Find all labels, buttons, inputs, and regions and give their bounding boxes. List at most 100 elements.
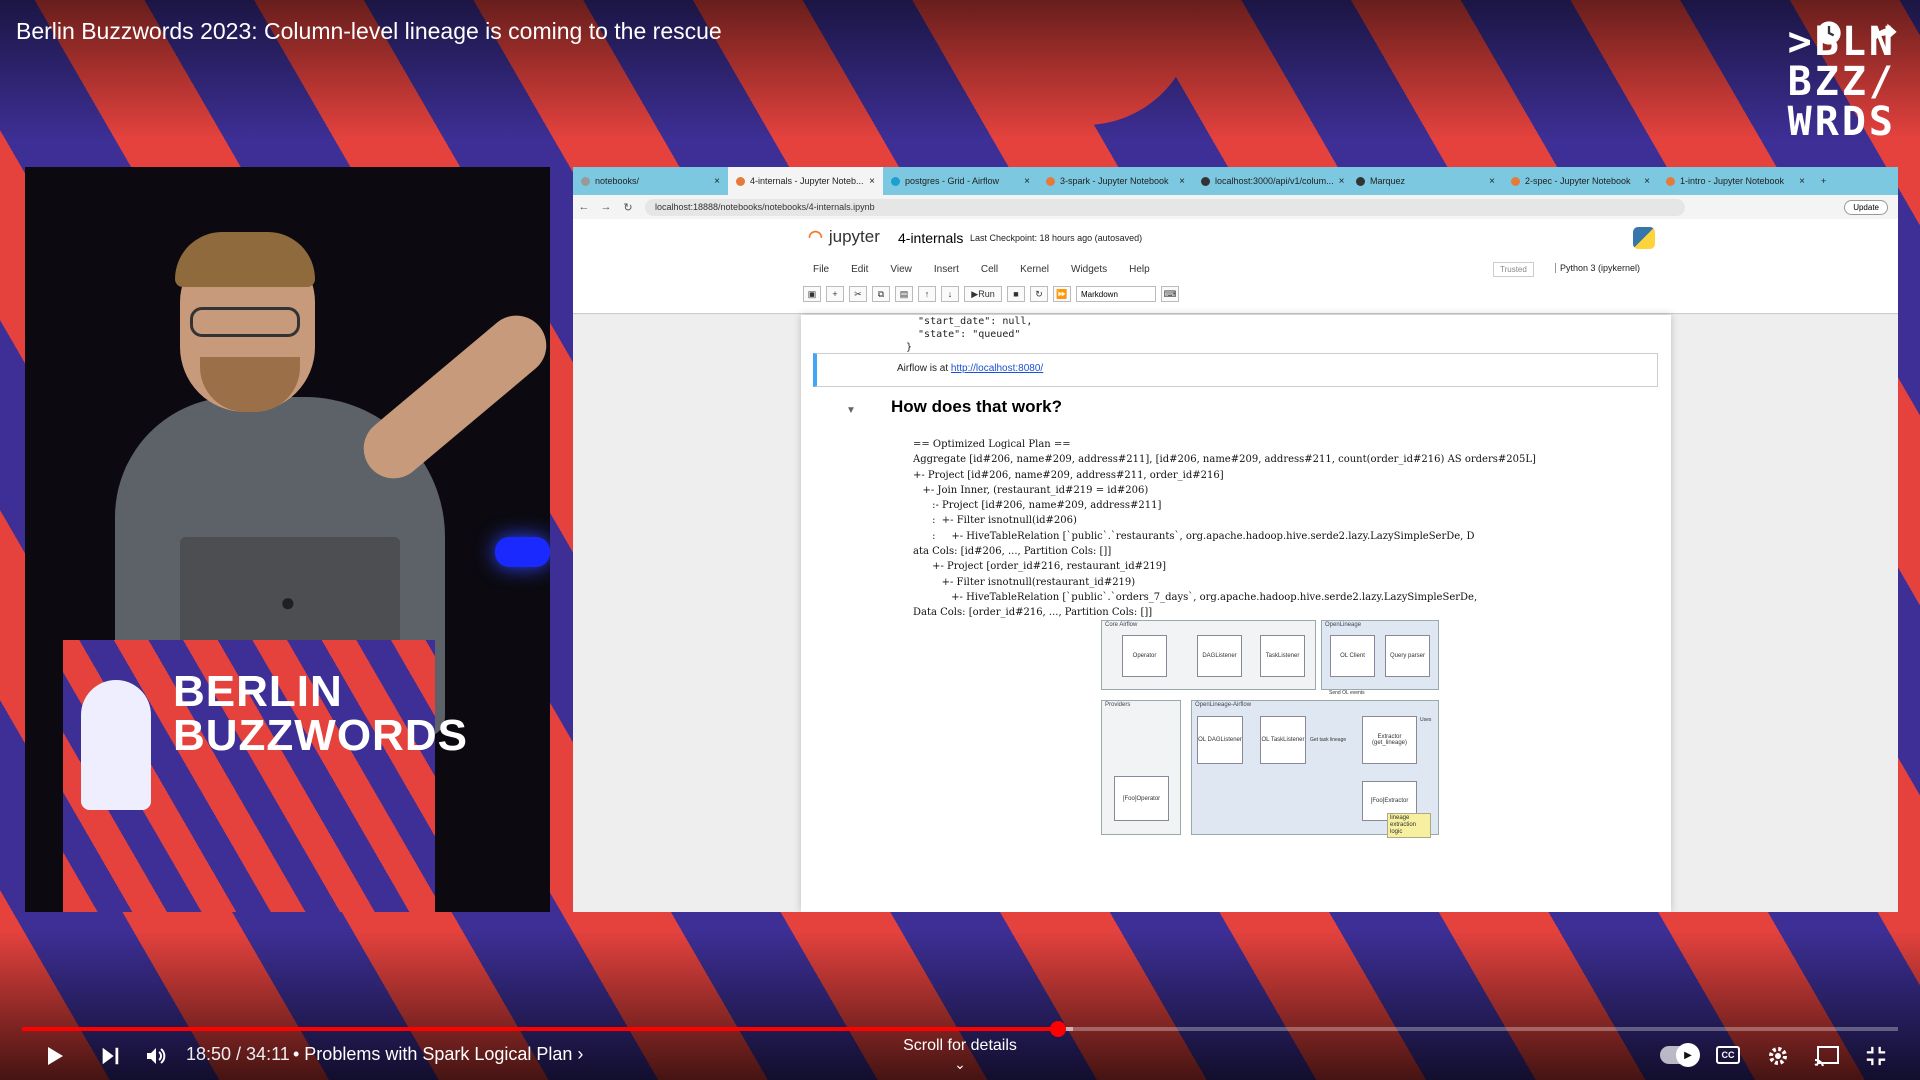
- close-tab-icon[interactable]: ×: [1339, 176, 1345, 187]
- scroll-for-details[interactable]: Scroll for details: [0, 1037, 1920, 1055]
- speaker-glasses: [190, 307, 300, 337]
- jupyter-header: ◠ jupyter 4-internals Last Checkpoint: 18…: [573, 219, 1898, 314]
- group-label: Providers: [1105, 702, 1131, 708]
- forward-icon[interactable]: →: [595, 201, 617, 213]
- menu-widgets[interactable]: Widgets: [1071, 264, 1107, 275]
- menu-help[interactable]: Help: [1129, 264, 1150, 275]
- save-icon[interactable]: ▣: [803, 286, 821, 302]
- cut-icon[interactable]: ✂: [849, 286, 867, 302]
- autoplay-play-icon: ▶: [1676, 1043, 1700, 1067]
- progress-scrubber[interactable]: [1049, 1021, 1066, 1037]
- tab-favicon-icon: [1046, 176, 1055, 186]
- captions-icon[interactable]: CC: [1716, 1046, 1740, 1064]
- diagram-box-task-listener: TaskListener: [1260, 635, 1305, 677]
- move-down-icon[interactable]: ↓: [941, 286, 959, 302]
- share-icon[interactable]: [1868, 16, 1902, 50]
- browser-tab[interactable]: notebooks/ ×: [573, 167, 728, 195]
- watch-later-icon[interactable]: [1812, 16, 1846, 50]
- tab-label: postgres - Grid - Airflow: [905, 176, 1000, 186]
- copy-icon[interactable]: ⧉: [872, 286, 890, 302]
- menu-edit[interactable]: Edit: [851, 264, 868, 275]
- tab-label: notebooks/: [595, 176, 640, 186]
- tab-label: localhost:3000/api/v1/colum...: [1215, 176, 1334, 186]
- diagram-box-foo-operator: [Foo]Operator: [1114, 776, 1169, 821]
- tab-favicon-icon: [736, 176, 745, 186]
- menu-view[interactable]: View: [890, 264, 912, 275]
- browser-tab[interactable]: 1-intro - Jupyter Notebook ×: [1658, 167, 1813, 195]
- diagram-label-uses: Uses: [1420, 717, 1432, 723]
- browser-tab[interactable]: 2-spec - Jupyter Notebook ×: [1503, 167, 1658, 195]
- progress-bar[interactable]: [22, 1021, 1898, 1037]
- diagram-group-core-airflow: Core Airflow Operator DAGListener TaskLi…: [1101, 620, 1316, 690]
- close-tab-icon[interactable]: ×: [1024, 176, 1030, 187]
- video-title[interactable]: Berlin Buzzwords 2023: Column-level line…: [16, 18, 722, 45]
- reload-icon[interactable]: ↻: [617, 201, 639, 214]
- menu-insert[interactable]: Insert: [934, 264, 959, 275]
- diagram-box-operator: Operator: [1122, 635, 1167, 677]
- run-button[interactable]: ▶ Run: [964, 286, 1002, 302]
- autoplay-toggle[interactable]: ▶: [1660, 1043, 1700, 1067]
- logical-plan-output: == Optimized Logical Plan == Aggregate […: [913, 439, 1536, 619]
- speaker-camera-feed: ● BERLIN BUZZWORDS: [25, 167, 550, 912]
- architecture-diagram: Core Airflow Operator DAGListener TaskLi…: [1101, 620, 1441, 838]
- move-up-icon[interactable]: ↑: [918, 286, 936, 302]
- menu-file[interactable]: File: [813, 264, 829, 275]
- close-tab-icon[interactable]: ×: [714, 176, 720, 187]
- browser-tab[interactable]: postgres - Grid - Airflow ×: [883, 167, 1038, 195]
- keyboard-icon[interactable]: ⌨: [1161, 286, 1179, 302]
- new-tab-icon[interactable]: +: [1813, 167, 1843, 195]
- top-right-actions: [1812, 16, 1902, 50]
- tab-label: Marquez: [1370, 176, 1406, 186]
- tab-label: 1-intro - Jupyter Notebook: [1680, 176, 1785, 186]
- tab-favicon-icon: [1511, 176, 1520, 186]
- screen-share: notebooks/ × 4-internals - Jupyter Noteb.…: [573, 167, 1898, 912]
- browser-tab[interactable]: localhost:3000/api/v1/colum... ×: [1193, 167, 1348, 195]
- update-button[interactable]: Update: [1844, 199, 1888, 215]
- back-icon[interactable]: ←: [573, 201, 595, 213]
- cell-type-select[interactable]: Markdown: [1076, 286, 1156, 302]
- add-cell-icon[interactable]: +: [826, 286, 844, 302]
- browser-tab[interactable]: 3-spark - Jupyter Notebook ×: [1038, 167, 1193, 195]
- jupyter-mark-icon: ◠: [808, 227, 823, 246]
- run-label: Run: [978, 289, 995, 299]
- chevron-down-icon[interactable]: ⌄: [0, 1056, 1920, 1073]
- menu-cell[interactable]: Cell: [981, 264, 998, 275]
- airflow-link[interactable]: http://localhost:8080/: [951, 363, 1043, 374]
- collapse-section-icon[interactable]: ▼: [846, 405, 856, 416]
- settings-gear-icon[interactable]: [1762, 1040, 1794, 1072]
- notebook-area: "start_date": null, "state": "queued" } …: [573, 315, 1898, 912]
- speaker-arm: [351, 303, 550, 491]
- close-tab-icon[interactable]: ×: [1489, 176, 1495, 187]
- stage-lights: [495, 537, 550, 567]
- paste-icon[interactable]: ▤: [895, 286, 913, 302]
- notebook-name[interactable]: 4-internals: [898, 230, 963, 246]
- group-label: OpenLineage-Airflow: [1195, 702, 1252, 708]
- tab-favicon-icon: [581, 176, 590, 186]
- checkpoint-status: Last Checkpoint: 18 hours ago (autosaved…: [970, 233, 1143, 243]
- mascot-icon: [81, 680, 151, 810]
- cast-icon[interactable]: [1810, 1040, 1844, 1072]
- code-output: "start_date": null, "state": "queued" }: [906, 316, 1033, 353]
- stop-icon[interactable]: ■: [1007, 286, 1025, 302]
- browser-tab[interactable]: Marquez ×: [1348, 167, 1503, 195]
- fast-forward-icon[interactable]: ⏩: [1053, 286, 1071, 302]
- jupyter-logo[interactable]: ◠ jupyter: [808, 227, 880, 247]
- restart-icon[interactable]: ↻: [1030, 286, 1048, 302]
- exit-fullscreen-icon[interactable]: [1860, 1040, 1892, 1072]
- trusted-badge[interactable]: Trusted: [1493, 262, 1534, 277]
- tab-favicon-icon: [1201, 176, 1210, 186]
- close-tab-icon[interactable]: ×: [1179, 176, 1185, 187]
- close-tab-icon[interactable]: ×: [1799, 176, 1805, 187]
- logo-line-2: BZZ/: [1787, 59, 1896, 105]
- python-logo-icon: [1633, 227, 1655, 249]
- group-label: OpenLineage: [1325, 622, 1362, 628]
- close-tab-icon[interactable]: ×: [1644, 176, 1650, 187]
- menu-kernel[interactable]: Kernel: [1020, 264, 1049, 275]
- url-field[interactable]: localhost:18888/notebooks/notebooks/4-in…: [645, 198, 1685, 216]
- logo-line-3: WRDS: [1787, 99, 1896, 145]
- kernel-indicator[interactable]: Python 3 (ipykernel): [1555, 263, 1640, 273]
- tab-label: 2-spec - Jupyter Notebook: [1525, 176, 1631, 186]
- markdown-cell[interactable]: Airflow is at http://localhost:8080/: [813, 353, 1658, 387]
- browser-tab-active[interactable]: 4-internals - Jupyter Noteb... ×: [728, 167, 883, 195]
- close-tab-icon[interactable]: ×: [869, 176, 875, 187]
